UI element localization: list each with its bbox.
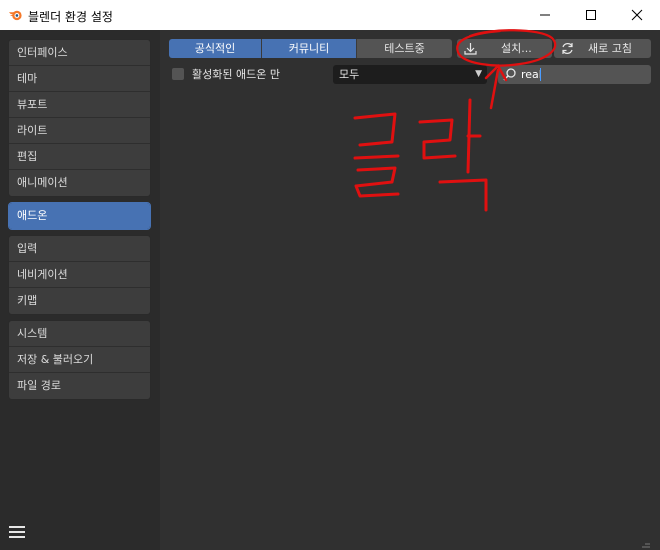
download-icon: [464, 43, 477, 55]
search-icon: [503, 68, 516, 81]
sidebar-item-lights[interactable]: 라이트: [9, 118, 150, 144]
tab-community[interactable]: 커뮤니티: [262, 39, 357, 58]
enabled-only-checkbox[interactable]: [172, 68, 184, 80]
tab-official[interactable]: 공식적인: [169, 39, 262, 58]
sidebar-item-input[interactable]: 입력: [9, 236, 150, 262]
blender-logo-icon: [8, 10, 22, 21]
category-value: 모두: [339, 68, 360, 81]
hamburger-menu-icon[interactable]: [9, 523, 27, 541]
maximize-icon: [586, 10, 596, 20]
search-value: real: [521, 68, 542, 81]
enabled-only-label: 활성화된 애드온 만: [192, 68, 280, 81]
sidebar-item-save-load[interactable]: 저장 & 불러오기: [9, 347, 150, 373]
search-input[interactable]: real: [498, 65, 651, 84]
refresh-icon: [562, 43, 573, 54]
sidebar-item-editing[interactable]: 편집: [9, 144, 150, 170]
tab-testing[interactable]: 테스트중: [357, 39, 452, 58]
title-bar: 블렌더 환경 설정: [0, 0, 660, 30]
sidebar-item-addons[interactable]: 애드온: [9, 203, 150, 229]
category-select[interactable]: 모두 ▼: [333, 65, 487, 84]
install-label: 설치...: [501, 42, 532, 55]
window-title: 블렌더 환경 설정: [28, 10, 113, 24]
sidebar-item-theme[interactable]: 테마: [9, 66, 150, 92]
text-caret: [540, 68, 541, 81]
sidebar-item-system[interactable]: 시스템: [9, 321, 150, 347]
addons-panel: 공식적인 커뮤니티 테스트중 설치... 새로 고침 활성화된 애드온 만 모두…: [160, 30, 660, 550]
minimize-icon: [540, 14, 550, 16]
close-button[interactable]: [614, 0, 660, 30]
sidebar-group-interface: 인터페이스 테마 뷰포트 라이트 편집 애니메이션: [8, 39, 151, 197]
maximize-button[interactable]: [568, 0, 614, 30]
sidebar-item-keymap[interactable]: 키맵: [9, 288, 150, 314]
refresh-button[interactable]: 새로 고침: [554, 39, 651, 58]
sidebar-group-system: 시스템 저장 & 불러오기 파일 경로: [8, 320, 151, 400]
minimize-button[interactable]: [522, 0, 568, 30]
sidebar-group-addons: 애드온: [8, 202, 151, 230]
install-button[interactable]: 설치...: [457, 39, 552, 58]
sidebar-item-animation[interactable]: 애니메이션: [9, 170, 150, 196]
sidebar-item-viewport[interactable]: 뷰포트: [9, 92, 150, 118]
sidebar-item-file-paths[interactable]: 파일 경로: [9, 373, 150, 399]
sidebar-group-input: 입력 네비게이션 키맵: [8, 235, 151, 315]
refresh-label: 새로 고침: [588, 42, 632, 55]
chevron-down-icon: ▼: [475, 69, 482, 79]
sidebar-item-navigation[interactable]: 네비게이션: [9, 262, 150, 288]
sidebar-item-interface[interactable]: 인터페이스: [9, 40, 150, 66]
resize-grip-icon[interactable]: [640, 540, 652, 548]
close-icon: [631, 9, 643, 21]
preferences-sidebar: 인터페이스 테마 뷰포트 라이트 편집 애니메이션 애드온 입력 네비게이션 키…: [0, 30, 160, 550]
